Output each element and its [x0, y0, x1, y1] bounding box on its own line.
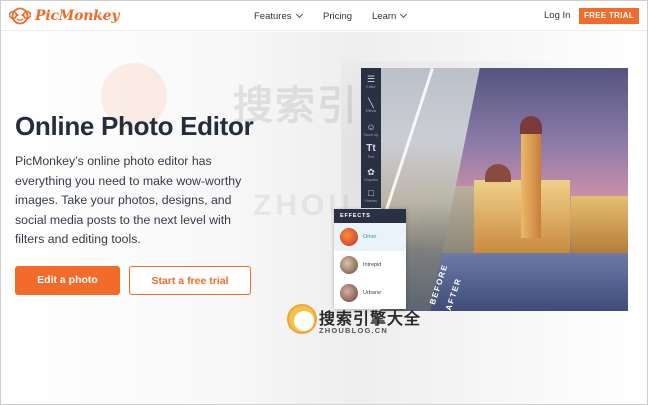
chevron-down-icon	[400, 10, 408, 19]
nav-learn[interactable]: Learn	[372, 1, 408, 31]
effect-intrepid[interactable]: Intrepid	[334, 251, 406, 279]
logo-text: PicMonkey	[35, 8, 120, 24]
monkey-logo-icon	[9, 7, 31, 25]
free-trial-button[interactable]: FREE TRIAL	[579, 8, 639, 24]
frame-icon: □	[368, 188, 374, 198]
watermark-badge-icon	[287, 304, 317, 334]
tool-touch-up[interactable]: ☺ Touch Up	[361, 118, 381, 142]
tool-label: Effects	[365, 109, 377, 113]
site-header: PicMonkey Features Pricing Learn Log In …	[1, 1, 647, 31]
effects-panel: EFFECTS Orion Intrepid Urbane	[334, 209, 406, 309]
wand-icon: ╲	[368, 98, 374, 108]
nav-pricing[interactable]: Pricing	[323, 1, 352, 31]
tool-label: Text	[367, 155, 375, 159]
effect-label: Intrepid	[363, 262, 382, 268]
photo-tower-dome	[520, 116, 542, 134]
hero-description: PicMonkey’s online photo editor has ever…	[15, 154, 242, 246]
chevron-down-icon	[295, 10, 303, 19]
effect-thumbnail	[340, 228, 358, 246]
tool-label: Touch Up	[363, 133, 379, 137]
tool-label: Frames	[365, 199, 377, 203]
effects-panel-title: EFFECTS	[334, 209, 406, 223]
watermark-url: ZHOUBLOG.CN	[319, 326, 389, 335]
tool-label: Editor	[366, 85, 376, 89]
effect-label: Orion	[363, 234, 377, 240]
tool-editor[interactable]: ☰ Editor	[361, 70, 381, 94]
picmonkey-logo[interactable]: PicMonkey	[9, 5, 120, 27]
photo-bell-tower	[521, 128, 541, 238]
nav-pricing-label: Pricing	[323, 10, 353, 22]
editor-tool-rail: ☰ Editor ╲ Effects ☺ Touch Up Tt Text ✿ …	[361, 68, 381, 208]
photo-church-dome	[485, 164, 511, 182]
effect-label: Urbane	[363, 290, 382, 296]
tool-frames[interactable]: □ Frames	[361, 184, 381, 208]
editor-photo-preview	[381, 68, 628, 311]
tool-label: Graphics	[363, 178, 378, 182]
login-link[interactable]: Log In	[544, 1, 570, 31]
text-icon: Tt	[366, 143, 376, 154]
tool-effects[interactable]: ╲ Effects	[361, 94, 381, 118]
effect-orion[interactable]: Orion	[334, 223, 406, 251]
start-free-trial-button[interactable]: Start a free trial	[129, 266, 251, 295]
photo-building	[571, 196, 628, 254]
effect-thumbnail	[340, 284, 358, 302]
sliders-icon: ☰	[366, 74, 376, 84]
nav-features-label: Features	[254, 10, 292, 22]
tool-text[interactable]: Tt Text	[361, 140, 381, 164]
edit-photo-button[interactable]: Edit a photo	[15, 266, 120, 295]
effect-urbane[interactable]: Urbane	[334, 279, 406, 307]
face-icon: ☺	[366, 122, 376, 132]
page-title: Online Photo Editor	[15, 111, 254, 141]
nav-features[interactable]: Features	[254, 1, 303, 31]
graphics-icon: ✿	[367, 167, 375, 177]
effect-thumbnail	[340, 256, 358, 274]
nav-learn-label: Learn	[372, 10, 397, 22]
